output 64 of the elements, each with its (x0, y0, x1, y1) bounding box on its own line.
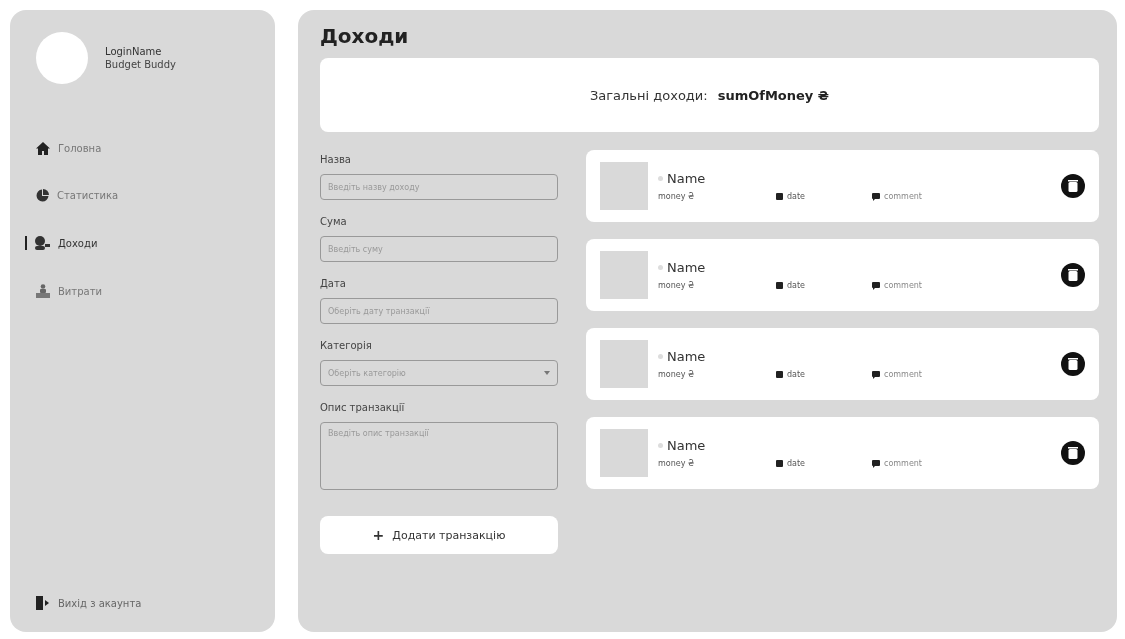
comment-icon (872, 459, 880, 468)
calendar-icon (776, 193, 783, 200)
delete-icon[interactable] (1061, 174, 1085, 198)
page-title: Доходи (320, 24, 410, 48)
logout-icon (36, 596, 50, 610)
caret-icon (544, 371, 550, 375)
image-placeholder (600, 340, 648, 388)
transaction-date: date (787, 281, 806, 290)
image-placeholder (600, 251, 648, 299)
nav-item[interactable]: Статистика (36, 189, 119, 202)
money-person-icon (34, 236, 50, 250)
delete-icon[interactable] (1061, 352, 1085, 376)
status-dot (658, 443, 663, 448)
transaction-name: Name (667, 260, 706, 275)
transaction-comment: comment (884, 459, 922, 468)
status-dot (658, 354, 663, 359)
transaction-comment: comment (884, 192, 922, 201)
pie-chart-icon (36, 189, 49, 202)
transaction-date: date (787, 192, 806, 201)
delete-icon[interactable] (1061, 441, 1085, 465)
transaction-name: Name (667, 171, 706, 186)
amount: money ₴ (658, 192, 696, 201)
transaction-name: Name (667, 438, 706, 453)
comment-icon (872, 370, 880, 379)
transaction-date: date (787, 459, 806, 468)
transaction-comment: comment (884, 281, 922, 290)
calendar-icon (776, 460, 783, 467)
calendar-icon (776, 371, 783, 378)
status-dot (658, 176, 663, 181)
transaction-name: Name (667, 349, 706, 364)
amount: money ₴ (658, 370, 696, 379)
amount: money ₴ (658, 281, 696, 290)
summary-label: Загальні доходи: (589, 87, 708, 103)
field-label: Назва (320, 154, 352, 165)
logout-link[interactable]: Вихід з акаунта (36, 596, 142, 610)
nav-item[interactable]: Доходи (25, 236, 98, 250)
amount: money ₴ (658, 459, 696, 468)
text-area[interactable]: Введіть опис транзакції (320, 422, 558, 490)
transaction-comment: comment (884, 370, 922, 379)
field-label: Категорія (320, 340, 373, 351)
image-placeholder (600, 162, 648, 210)
field-label: Опис транзакції (320, 402, 406, 413)
dropdown[interactable]: Оберіть категорію (320, 360, 558, 386)
user-name: LoginName (105, 46, 163, 57)
delete-icon[interactable] (1061, 263, 1085, 287)
nav-item[interactable]: Головна (36, 142, 102, 155)
home-icon (36, 142, 50, 155)
nav-item[interactable]: Витрати (36, 284, 102, 298)
status-dot (658, 265, 663, 270)
field-label: Сума (320, 216, 348, 227)
input-field[interactable]: Введіть суму (320, 236, 558, 262)
transaction-date: date (787, 370, 806, 379)
calendar-icon (776, 282, 783, 289)
field-label: Дата (320, 278, 347, 289)
person-at-desk-icon (36, 284, 50, 298)
input-field[interactable]: Оберіть дату транзакції (320, 298, 558, 324)
add-transaction-button[interactable]: + Додати транзакцію (320, 516, 558, 554)
comment-icon (872, 192, 880, 201)
summary-value: sumOfMoney ₴ (717, 87, 830, 103)
image-placeholder (600, 429, 648, 477)
comment-icon (872, 281, 880, 290)
input-field[interactable]: Введіть назву доходу (320, 174, 558, 200)
app-name: Budget Buddy (105, 59, 176, 70)
avatar (36, 32, 88, 84)
